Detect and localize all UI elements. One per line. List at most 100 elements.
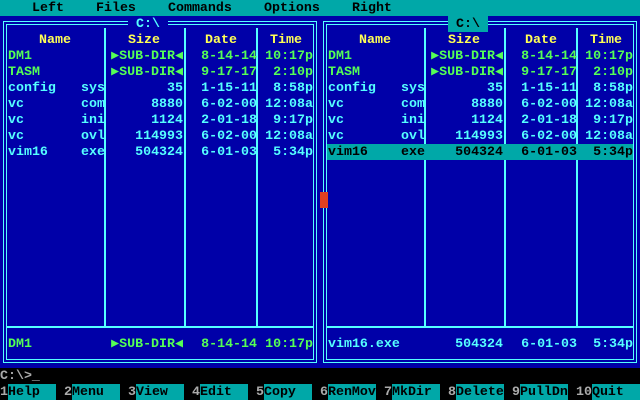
- file-time: 12:08a: [265, 128, 313, 143]
- status-time: 10:17p: [265, 336, 313, 351]
- panel-status: DM1 ▶SUB-DIR◀ 8-14-14 10:17p: [7, 336, 313, 352]
- file-ext: exe: [81, 144, 105, 159]
- file-size: 1124: [151, 112, 183, 127]
- fkey-label: Quit: [591, 384, 640, 400]
- fkey-edit-button[interactable]: 4Edit: [192, 384, 248, 400]
- fkey-number: 8: [448, 384, 456, 399]
- status-divider: [327, 326, 633, 328]
- file-time: 12:08a: [585, 128, 633, 143]
- file-row[interactable]: TASM ▶SUB-DIR◀ 9-17-17 2:10p: [327, 64, 633, 80]
- file-date: 9-17-17: [201, 64, 257, 79]
- status-size: 504324: [455, 336, 503, 351]
- file-size: 35: [167, 80, 183, 95]
- file-ext: sys: [401, 80, 425, 95]
- file-row[interactable]: vim16 exe 504324 6-01-03 5:34p: [7, 144, 313, 160]
- menu-bar: Left Files Commands Options Right: [0, 0, 640, 16]
- file-size: 35: [487, 80, 503, 95]
- file-row[interactable]: vc ini 1124 2-01-18 9:17p: [327, 112, 633, 128]
- fkey-number: 1: [0, 384, 8, 399]
- fkey-delete-button[interactable]: 8Delete: [448, 384, 504, 400]
- file-row[interactable]: vim16 exe 504324 6-01-03 5:34p: [327, 144, 633, 160]
- fkey-number: 10: [576, 384, 592, 399]
- file-time: 2:10p: [593, 64, 633, 79]
- file-time: 12:08a: [265, 96, 313, 111]
- fkey-number: 3: [128, 384, 136, 399]
- status-time: 5:34p: [593, 336, 633, 351]
- panel-title: C:\: [448, 16, 488, 32]
- fkey-renmov-button[interactable]: 6RenMov: [320, 384, 376, 400]
- fkey-quit-button[interactable]: 10Quit: [576, 384, 640, 400]
- file-name: config: [8, 80, 56, 95]
- file-size: 504324: [135, 144, 183, 159]
- file-time: 8:58p: [593, 80, 633, 95]
- menu-options[interactable]: Options: [264, 0, 320, 16]
- column-header-time[interactable]: Time: [259, 32, 313, 48]
- file-name: config: [328, 80, 376, 95]
- fkey-mkdir-button[interactable]: 7MkDir: [384, 384, 440, 400]
- status-name: DM1: [8, 336, 32, 351]
- file-row[interactable]: DM1 ▶SUB-DIR◀ 8-14-14 10:17p: [327, 48, 633, 64]
- file-name: TASM: [8, 64, 40, 79]
- file-date: 6-02-00: [521, 128, 577, 143]
- file-row[interactable]: vc com 8880 6-02-00 12:08a: [327, 96, 633, 112]
- file-time: 9:17p: [593, 112, 633, 127]
- file-row[interactable]: vc com 8880 6-02-00 12:08a: [7, 96, 313, 112]
- file-date: 8-14-14: [201, 48, 257, 63]
- file-row[interactable]: TASM ▶SUB-DIR◀ 9-17-17 2:10p: [7, 64, 313, 80]
- file-name: DM1: [8, 48, 32, 63]
- column-header-size[interactable]: Size: [425, 32, 503, 48]
- left-panel[interactable]: C:\ Name Size Date Time DM1 ▶SUB-DIR◀ 8-14-14 10…: [0, 16, 320, 368]
- column-header-name[interactable]: Name: [327, 32, 423, 48]
- file-row[interactable]: vc ovl 114993 6-02-00 12:08a: [327, 128, 633, 144]
- file-name: vc: [328, 128, 344, 143]
- file-date: 1-15-11: [201, 80, 257, 95]
- file-size: ▶SUB-DIR◀: [111, 64, 183, 79]
- fkey-menu-button[interactable]: 2Menu: [64, 384, 120, 400]
- file-date: 9-17-17: [521, 64, 577, 79]
- file-name: vc: [328, 96, 344, 111]
- file-size: 8880: [471, 96, 503, 111]
- fkey-view-button[interactable]: 3View: [128, 384, 184, 400]
- file-time: 5:34p: [593, 144, 633, 159]
- column-header-date[interactable]: Date: [185, 32, 257, 48]
- file-date: 6-02-00: [201, 96, 257, 111]
- fkey-label: Help: [7, 384, 56, 400]
- file-ext: exe: [401, 144, 425, 159]
- fkey-number: 7: [384, 384, 392, 399]
- command-line[interactable]: C:\>_: [0, 368, 40, 384]
- file-row[interactable]: config sys 35 1-15-11 8:58p: [7, 80, 313, 96]
- file-size: 114993: [135, 128, 183, 143]
- fkey-label: Copy: [263, 384, 312, 400]
- fkey-help-button[interactable]: 1Help: [0, 384, 56, 400]
- fkey-label: Edit: [199, 384, 248, 400]
- file-date: 6-02-00: [201, 128, 257, 143]
- file-ext: ovl: [81, 128, 105, 143]
- file-date: 6-01-03: [201, 144, 257, 159]
- file-time: 10:17p: [265, 48, 313, 63]
- fkey-label: View: [135, 384, 184, 400]
- file-row[interactable]: config sys 35 1-15-11 8:58p: [327, 80, 633, 96]
- menu-right[interactable]: Right: [352, 0, 392, 16]
- file-row[interactable]: vc ini 1124 2-01-18 9:17p: [7, 112, 313, 128]
- fkey-copy-button[interactable]: 5Copy: [256, 384, 312, 400]
- file-ext: com: [81, 96, 105, 111]
- fkey-pulldn-button[interactable]: 9PullDn: [512, 384, 568, 400]
- file-date: 6-01-03: [521, 144, 577, 159]
- file-ext: ovl: [401, 128, 425, 143]
- column-header-size[interactable]: Size: [105, 32, 183, 48]
- menu-files[interactable]: Files: [96, 0, 136, 16]
- file-time: 8:58p: [273, 80, 313, 95]
- status-size: ▶SUB-DIR◀: [111, 336, 183, 351]
- status-name: vim16.exe: [328, 336, 400, 351]
- column-header-name[interactable]: Name: [7, 32, 103, 48]
- file-name: vc: [8, 96, 24, 111]
- column-header-date[interactable]: Date: [505, 32, 577, 48]
- file-row[interactable]: DM1 ▶SUB-DIR◀ 8-14-14 10:17p: [7, 48, 313, 64]
- status-date: 8-14-14: [201, 336, 257, 351]
- menu-commands[interactable]: Commands: [168, 0, 232, 16]
- column-header-time[interactable]: Time: [579, 32, 633, 48]
- right-panel[interactable]: C:\ Name Size Date Time DM1 ▶SUB-DIR◀ 8-14-14 10…: [320, 16, 640, 368]
- menu-left[interactable]: Left: [32, 0, 64, 16]
- file-row[interactable]: vc ovl 114993 6-02-00 12:08a: [7, 128, 313, 144]
- file-time: 5:34p: [273, 144, 313, 159]
